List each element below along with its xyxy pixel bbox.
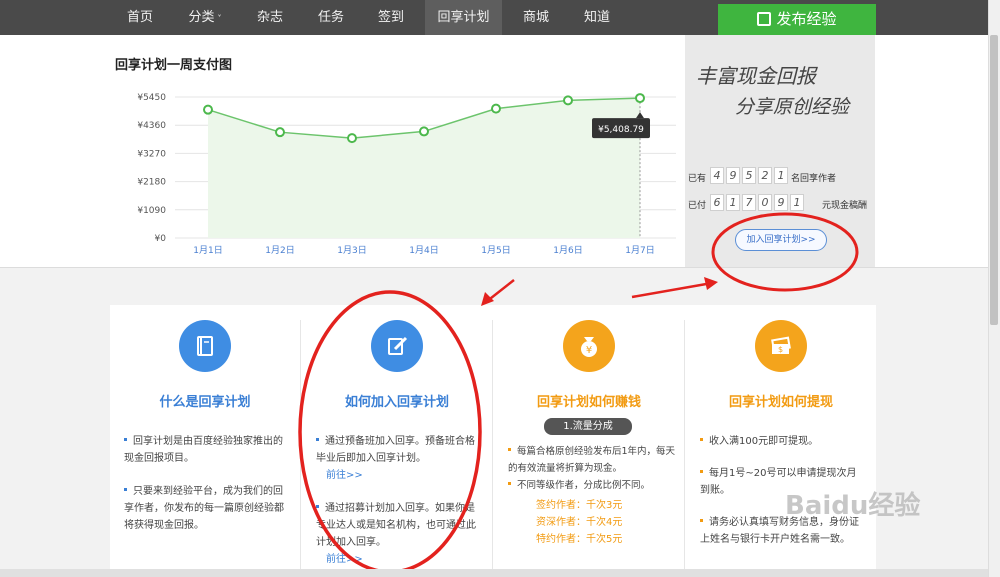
card-title: 什么是回享计划: [159, 395, 251, 410]
y-tick-label: ¥3270: [137, 149, 166, 159]
counter-digit: 9: [774, 194, 788, 211]
bullet-icon: [316, 438, 319, 441]
bullet-icon: [316, 505, 319, 508]
paid-prefix: 已付: [688, 201, 707, 211]
list-item-text: 不同等级作者，分成比例不同。: [517, 480, 651, 491]
paid-counter: 6 1 7 0 9 1: [710, 194, 804, 211]
bullet-icon: [700, 519, 703, 522]
bottom-toolbar: [0, 569, 988, 577]
y-tick-label: ¥2180: [137, 178, 166, 188]
y-tick-label: ¥4360: [137, 121, 166, 131]
paid-suffix: 元现金稿酬: [822, 201, 868, 211]
card-title: 回享计划如何赚钱: [536, 395, 641, 410]
data-point: [275, 127, 285, 138]
bullet-icon: [700, 470, 703, 473]
data-point: [347, 133, 357, 144]
list-item: 不同等级作者，分成比例不同。: [508, 477, 678, 494]
list-item-text: 只要来到经验平台，成为我们的回享作者，你发布的每一篇原创经验都将获得现金回报。: [124, 486, 284, 531]
bullet-icon: [124, 488, 127, 491]
edit-icon: [371, 320, 423, 372]
bullet-icon: [124, 438, 127, 441]
list-item: 收入满100元即可提现。: [700, 433, 860, 450]
section-divider: [0, 267, 988, 268]
goto-link[interactable]: 前往>>: [326, 470, 363, 481]
data-point: [203, 104, 213, 115]
scrollbar-thumb[interactable]: [990, 35, 998, 325]
y-tick-label: ¥5450: [137, 93, 166, 103]
publish-label: 发布经验: [776, 10, 837, 28]
counter-digit: 7: [742, 194, 756, 211]
card-separator: [684, 320, 685, 570]
list-item-text: 回享计划是由百度经验独家推出的现金回报项目。: [124, 436, 283, 464]
x-tick-label: 1月6日: [553, 245, 582, 256]
promo-slogan-1: 丰富现金回报: [696, 64, 816, 88]
money-bag-icon: ¥: [563, 320, 615, 372]
counter-digit: 1: [726, 194, 740, 211]
x-tick-label: 1月3日: [337, 245, 366, 256]
list-item: 回享计划是由百度经验独家推出的现金回报项目。: [124, 433, 284, 467]
counter-digit: 4: [710, 167, 724, 184]
data-point: [419, 126, 429, 137]
counter-digit: 5: [742, 167, 756, 184]
watermark-logo: Baidu经验: [785, 491, 921, 521]
tooltip-value: ¥5,408.79: [598, 125, 644, 135]
payment-chart: ¥0 ¥1090 ¥2180 ¥3270 ¥4360 ¥5450 1月1日 1月2日 1月3日 1…: [137, 93, 676, 256]
cash-icon: $: [755, 320, 807, 372]
tier-rate: 特约作者：千次5元: [536, 534, 623, 545]
authors-counter: 4 9 5 2 1: [710, 167, 788, 184]
tier-rate: 签约作者：千次3元: [536, 500, 623, 511]
data-point: [491, 103, 501, 114]
svg-text:¥: ¥: [586, 345, 592, 356]
counter-digit: 2: [758, 167, 772, 184]
promo-slogan-2: 分享原创经验: [735, 96, 850, 118]
y-tick-label: ¥1090: [137, 206, 166, 216]
list-item-text: 收入满100元即可提现。: [709, 436, 819, 447]
tier-rate: 资深作者：千次4元: [536, 517, 623, 528]
annotation-arrowhead: [481, 292, 494, 306]
flow-share-badge: 1.流量分成: [544, 418, 632, 435]
bullet-icon: [508, 448, 511, 451]
data-point: [635, 93, 645, 104]
list-item: 通过预备班加入回享。预备班合格毕业后即加入回享计划。前往>>: [316, 433, 478, 484]
list-item-text: 通过预备班加入回享。预备班合格毕业后即加入回享计划。: [316, 436, 475, 464]
annotation-arrowhead: [704, 277, 718, 290]
annotation-arrow: [631, 281, 713, 299]
data-point: [563, 95, 573, 106]
counter-digit: 9: [726, 167, 740, 184]
x-tick-label: 1月1日: [193, 245, 222, 256]
card-separator: [300, 320, 301, 570]
publish-button[interactable]: 发布经验: [718, 4, 876, 35]
svg-text:$: $: [778, 345, 783, 354]
authors-prefix: 已有: [688, 174, 707, 184]
x-tick-label: 1月7日: [625, 245, 654, 256]
book-icon: [179, 320, 231, 372]
y-tick-label: ¥0: [155, 234, 167, 244]
edit-icon: [757, 12, 772, 26]
counter-digit: 6: [710, 194, 724, 211]
counter-digit: 1: [774, 167, 788, 184]
bullet-icon: [700, 438, 703, 441]
counter-digit: 0: [758, 194, 772, 211]
list-item: 通过招募计划加入回享。如果你是专业达人或是知名机构，也可通过此计划加入回享。前往…: [316, 500, 478, 568]
authors-suffix: 名回享作者: [791, 174, 837, 184]
list-item-text: 每篇合格原创经验发布后1年内，每天的有效流量将折算为现金。: [508, 446, 676, 474]
x-tick-label: 1月2日: [265, 245, 294, 256]
card-title: 如何加入回享计划: [344, 395, 449, 410]
counter-digit: 1: [790, 194, 804, 211]
annotation-arrow: [485, 279, 515, 303]
list-item: 只要来到经验平台，成为我们的回享作者，你发布的每一篇原创经验都将获得现金回报。: [124, 483, 284, 534]
area-fill: [208, 98, 640, 239]
bullet-icon: [508, 482, 511, 485]
list-item: 每篇合格原创经验发布后1年内，每天的有效流量将折算为现金。: [508, 443, 678, 477]
x-tick-label: 1月4日: [409, 245, 438, 256]
goto-link[interactable]: 前往>>: [326, 554, 363, 565]
card-title: 回享计划如何提现: [728, 395, 833, 410]
join-huixiang-button[interactable]: 加入回享计划>>: [735, 229, 827, 251]
x-tick-label: 1月5日: [481, 245, 510, 256]
list-item-text: 通过招募计划加入回享。如果你是专业达人或是知名机构，也可通过此计划加入回享。: [316, 503, 476, 548]
card-separator: [492, 320, 493, 570]
